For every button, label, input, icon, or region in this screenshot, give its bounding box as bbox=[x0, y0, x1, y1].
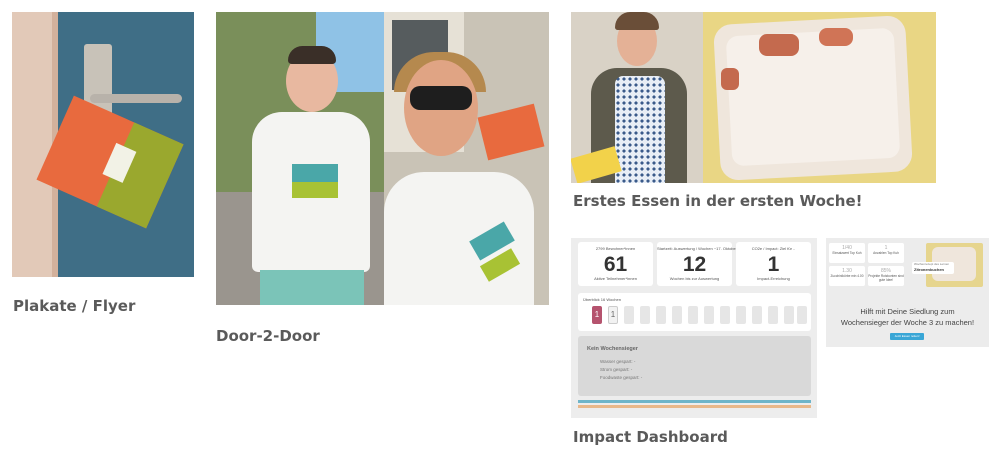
impact-dashboard: 2799 Bewohner*innen 61 Aktive Teilnehmer… bbox=[571, 238, 817, 418]
week-box[interactable]: 1 bbox=[608, 306, 618, 324]
kpi-sub: Aktive Teilnehmer*innen bbox=[594, 276, 637, 281]
kpi-card: Startzeit: Auswertung / Wochen ~17. Okto… bbox=[657, 242, 738, 286]
kpi-card: CO2e / Impact: Ziel für .. 1 Impact-Erre… bbox=[736, 242, 811, 286]
mini-kpi-label: Zucchinikörbe min 4.00 bbox=[830, 274, 864, 278]
photo-food-bag bbox=[703, 12, 936, 183]
no-winner-line: Wasser gespart: - bbox=[600, 359, 636, 364]
caption-door: Door-2-Door bbox=[216, 327, 320, 345]
kpi-sub: Wochen bis zur Auswertung bbox=[669, 276, 720, 281]
week-box[interactable] bbox=[768, 306, 778, 324]
recipe-label: Wochenrezept des Lernen Zitronenkuchen bbox=[912, 262, 954, 274]
kpi-sub: Impact-Erreichung bbox=[757, 276, 790, 281]
caption-plakate: Plakate / Flyer bbox=[13, 297, 136, 315]
save-food-button[interactable]: Jetzt Essen retten! bbox=[890, 333, 924, 340]
kpi-label: Startzeit: Auswertung / Wochen ~17. Okto… bbox=[657, 246, 738, 251]
photo-door-flyer bbox=[12, 12, 194, 277]
no-winner-panel: Kein Wochensieger Wasser gespart: - Stro… bbox=[578, 336, 811, 396]
week-box[interactable] bbox=[624, 306, 634, 324]
mini-kpi: 1.30 Zucchinikörbe min 4.00 bbox=[829, 266, 865, 286]
kpi-value: 61 bbox=[603, 253, 628, 276]
week-box[interactable]: 1 bbox=[592, 306, 602, 324]
mini-kpi-label: Projekte Rotzkonten sind gute Idee! bbox=[868, 274, 904, 282]
weeks-overview: Überblick 16 Wochen 1 1 bbox=[578, 293, 811, 331]
weeks-title: Überblick 16 Wochen bbox=[583, 297, 621, 302]
week-box[interactable] bbox=[797, 306, 807, 324]
week-box[interactable] bbox=[704, 306, 714, 324]
kpi-card: 2799 Bewohner*innen 61 Aktive Teilnehmer… bbox=[578, 242, 653, 286]
no-winner-line: Foodwaste gespart: - bbox=[600, 375, 643, 380]
photo-cook-woman bbox=[571, 12, 703, 183]
week-box[interactable] bbox=[720, 306, 730, 324]
week-box[interactable] bbox=[672, 306, 682, 324]
mini-kpi-label: Einsatzwert Top Kuh bbox=[832, 251, 862, 255]
no-winner-line: Strom gespart: - bbox=[600, 367, 633, 372]
mini-kpi: 85% Projekte Rotzkonten sind gute Idee! bbox=[868, 266, 904, 286]
photo-door2door-man bbox=[216, 12, 384, 305]
kpi-value: 1 bbox=[767, 253, 780, 276]
week-box[interactable] bbox=[784, 306, 794, 324]
kpi-label: CO2e / Impact: Ziel für .. bbox=[751, 246, 796, 251]
no-winner-title: Kein Wochensieger bbox=[587, 346, 638, 352]
week-box[interactable] bbox=[640, 306, 650, 324]
weekly-winner-panel: 1/40 Einsatzwert Top Kuh 1 Anzahlen Top … bbox=[826, 238, 989, 347]
mini-kpi: 1 Anzahlen Top Kuh bbox=[868, 243, 904, 263]
recipe-label-title: Zitronenkuchen bbox=[914, 267, 945, 272]
divider-stripe bbox=[578, 400, 811, 403]
mini-kpi: 1/40 Einsatzwert Top Kuh bbox=[829, 243, 865, 263]
winner-message-line: Wochensieger der Woche 3 zu machen! bbox=[840, 318, 975, 327]
kpi-label: 2799 Bewohner*innen bbox=[595, 246, 636, 251]
kpi-value: 12 bbox=[682, 253, 707, 276]
caption-essen: Erstes Essen in der ersten Woche! bbox=[573, 192, 863, 210]
winner-message: Hilft mit Deine Siedlung zum Wochensiege… bbox=[826, 306, 989, 328]
divider-stripe bbox=[578, 405, 811, 408]
week-box[interactable] bbox=[688, 306, 698, 324]
caption-impact: Impact Dashboard bbox=[573, 428, 728, 446]
photo-door2door-woman bbox=[384, 12, 549, 305]
winner-message-line: Hilft mit Deine Siedlung zum bbox=[860, 307, 955, 316]
mini-kpi-label: Anzahlen Top Kuh bbox=[873, 251, 899, 255]
week-box[interactable] bbox=[736, 306, 746, 324]
week-box[interactable] bbox=[752, 306, 762, 324]
week-box[interactable] bbox=[656, 306, 666, 324]
